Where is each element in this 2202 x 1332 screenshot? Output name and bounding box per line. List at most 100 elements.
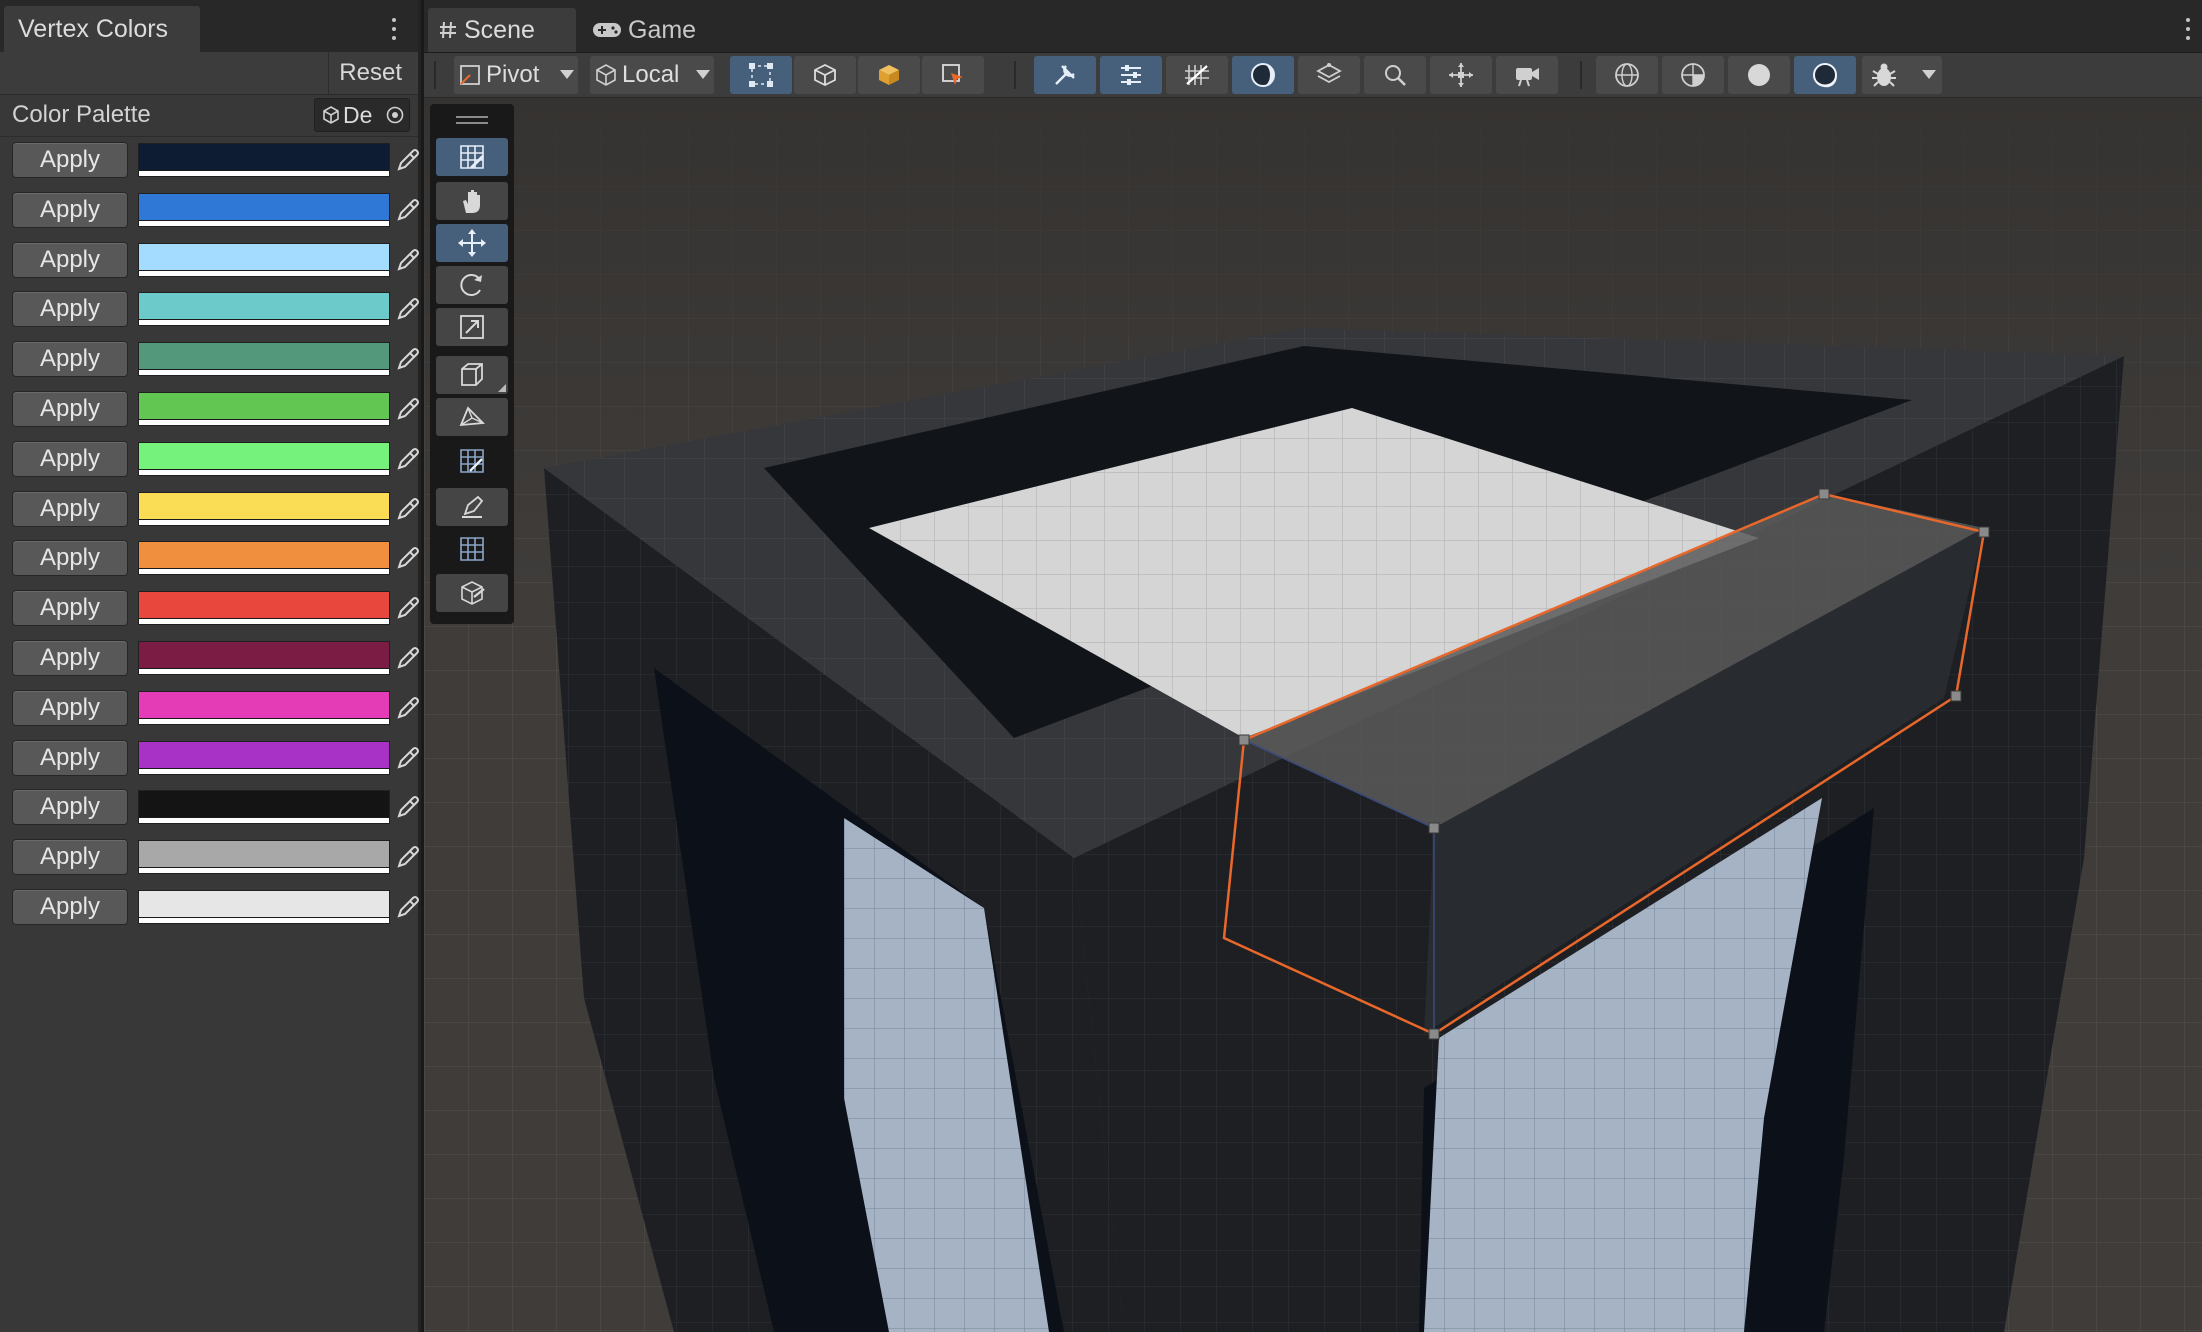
apply-color-button[interactable]: Apply xyxy=(12,291,128,327)
eyedropper-icon[interactable] xyxy=(394,295,422,323)
vertex-select-mode-button[interactable] xyxy=(730,56,792,94)
uv-grid-icon xyxy=(460,449,484,473)
tab-scene-label: Scene xyxy=(464,16,535,44)
chevron-down-icon xyxy=(696,70,710,79)
grid-snapping-button[interactable] xyxy=(1166,56,1228,94)
wireframe-mode-button[interactable] xyxy=(1596,56,1658,94)
eyedropper-icon[interactable] xyxy=(394,146,422,174)
eyedropper-icon[interactable] xyxy=(394,744,422,772)
eyedropper-icon[interactable] xyxy=(394,594,422,622)
apply-color-button[interactable]: Apply xyxy=(12,740,128,776)
color-swatch-field[interactable] xyxy=(138,691,390,725)
eyedropper-icon[interactable] xyxy=(394,843,422,871)
tab-vertex-colors[interactable]: Vertex Colors xyxy=(4,6,200,52)
settings-overlay-button[interactable] xyxy=(1100,56,1162,94)
tool-poly-shape[interactable] xyxy=(436,398,508,436)
color-swatch-fill xyxy=(139,493,389,520)
color-swatch-field[interactable] xyxy=(138,790,390,824)
object-select-mode-button[interactable] xyxy=(922,56,984,94)
chevron-down-icon xyxy=(560,70,574,79)
tools-toggle-button[interactable] xyxy=(1034,56,1096,94)
gizmos-dropdown[interactable] xyxy=(1862,56,1942,94)
lighting-mode-button[interactable] xyxy=(1794,56,1856,94)
color-swatch-field[interactable] xyxy=(138,392,390,426)
apply-color-button[interactable]: Apply xyxy=(12,242,128,278)
local-dropdown[interactable]: Local xyxy=(590,56,714,94)
scene-3d-view[interactable] xyxy=(424,98,2202,1332)
apply-color-button[interactable]: Apply xyxy=(12,839,128,875)
pivot-center-button[interactable] xyxy=(1430,56,1492,94)
tool-probuilder-edit[interactable] xyxy=(436,138,508,176)
palette-row: Apply xyxy=(12,441,419,479)
alpha-bar xyxy=(139,369,389,375)
color-swatch-field[interactable] xyxy=(138,243,390,277)
palette-object-field[interactable]: De xyxy=(314,98,410,132)
shaded-mode-button[interactable] xyxy=(1728,56,1790,94)
eyedropper-icon[interactable] xyxy=(394,246,422,274)
alpha-bar xyxy=(139,718,389,724)
shaded-wireframe-button[interactable] xyxy=(1662,56,1724,94)
scene-menu-icon[interactable] xyxy=(2184,18,2192,44)
search-button[interactable] xyxy=(1364,56,1426,94)
eyedropper-icon[interactable] xyxy=(394,495,422,523)
tool-move[interactable] xyxy=(436,224,508,262)
scene-viewport[interactable] xyxy=(424,98,2202,1332)
apply-color-button[interactable]: Apply xyxy=(12,789,128,825)
color-swatch-field[interactable] xyxy=(138,143,390,177)
apply-color-button[interactable]: Apply xyxy=(12,590,128,626)
apply-color-button[interactable]: Apply xyxy=(12,142,128,178)
eyedropper-icon[interactable] xyxy=(394,395,422,423)
color-swatch-field[interactable] xyxy=(138,193,390,227)
camera-button[interactable] xyxy=(1496,56,1558,94)
object-picker-icon[interactable] xyxy=(385,105,405,125)
apply-color-button[interactable]: Apply xyxy=(12,640,128,676)
eyedropper-icon[interactable] xyxy=(394,644,422,672)
tool-mesh-object[interactable] xyxy=(436,574,508,612)
eyedropper-icon[interactable] xyxy=(394,694,422,722)
color-swatch-field[interactable] xyxy=(138,492,390,526)
color-swatch-field[interactable] xyxy=(138,292,390,326)
eyedropper-icon[interactable] xyxy=(394,893,422,921)
overlay-drag-handle[interactable] xyxy=(456,116,488,126)
apply-color-button[interactable]: Apply xyxy=(12,192,128,228)
apply-color-button[interactable]: Apply xyxy=(12,690,128,726)
color-swatch-field[interactable] xyxy=(138,442,390,476)
color-swatch-field[interactable] xyxy=(138,641,390,675)
tab-scene[interactable]: Scene xyxy=(428,8,576,52)
reset-button[interactable]: Reset xyxy=(328,52,412,94)
tool-rotate[interactable] xyxy=(436,266,508,304)
color-swatch-field[interactable] xyxy=(138,342,390,376)
face-select-mode-button[interactable] xyxy=(858,56,920,94)
scene-hash-icon xyxy=(440,21,456,39)
tool-poly-brush[interactable] xyxy=(436,488,508,526)
tool-uv-editor[interactable] xyxy=(436,442,508,480)
apply-color-button[interactable]: Apply xyxy=(12,889,128,925)
eyedropper-icon[interactable] xyxy=(394,793,422,821)
apply-color-button[interactable]: Apply xyxy=(12,491,128,527)
apply-color-button[interactable]: Apply xyxy=(12,441,128,477)
tab-game[interactable]: Game xyxy=(586,8,726,52)
color-swatch-field[interactable] xyxy=(138,541,390,575)
layers-button[interactable] xyxy=(1298,56,1360,94)
eyedropper-icon[interactable] xyxy=(394,544,422,572)
color-swatch-field[interactable] xyxy=(138,840,390,874)
pivot-dropdown[interactable]: Pivot xyxy=(454,56,578,94)
tool-hand[interactable] xyxy=(436,182,508,220)
eyedropper-icon[interactable] xyxy=(394,196,422,224)
apply-color-button[interactable]: Apply xyxy=(12,341,128,377)
tool-vertex-colors[interactable] xyxy=(436,530,508,568)
grid-snap-icon xyxy=(1185,65,1209,85)
tool-shape[interactable] xyxy=(436,356,508,394)
color-swatch-field[interactable] xyxy=(138,890,390,924)
apply-color-button[interactable]: Apply xyxy=(12,391,128,427)
eyedropper-icon[interactable] xyxy=(394,445,422,473)
apply-color-button[interactable]: Apply xyxy=(12,540,128,576)
alpha-bar xyxy=(139,419,389,425)
edge-select-mode-button[interactable] xyxy=(794,56,856,94)
panel-menu-icon[interactable] xyxy=(390,18,398,44)
color-swatch-field[interactable] xyxy=(138,741,390,775)
color-swatch-field[interactable] xyxy=(138,591,390,625)
eyedropper-icon[interactable] xyxy=(394,345,422,373)
tool-scale[interactable] xyxy=(436,308,508,346)
draw-mode-button[interactable] xyxy=(1232,56,1294,94)
